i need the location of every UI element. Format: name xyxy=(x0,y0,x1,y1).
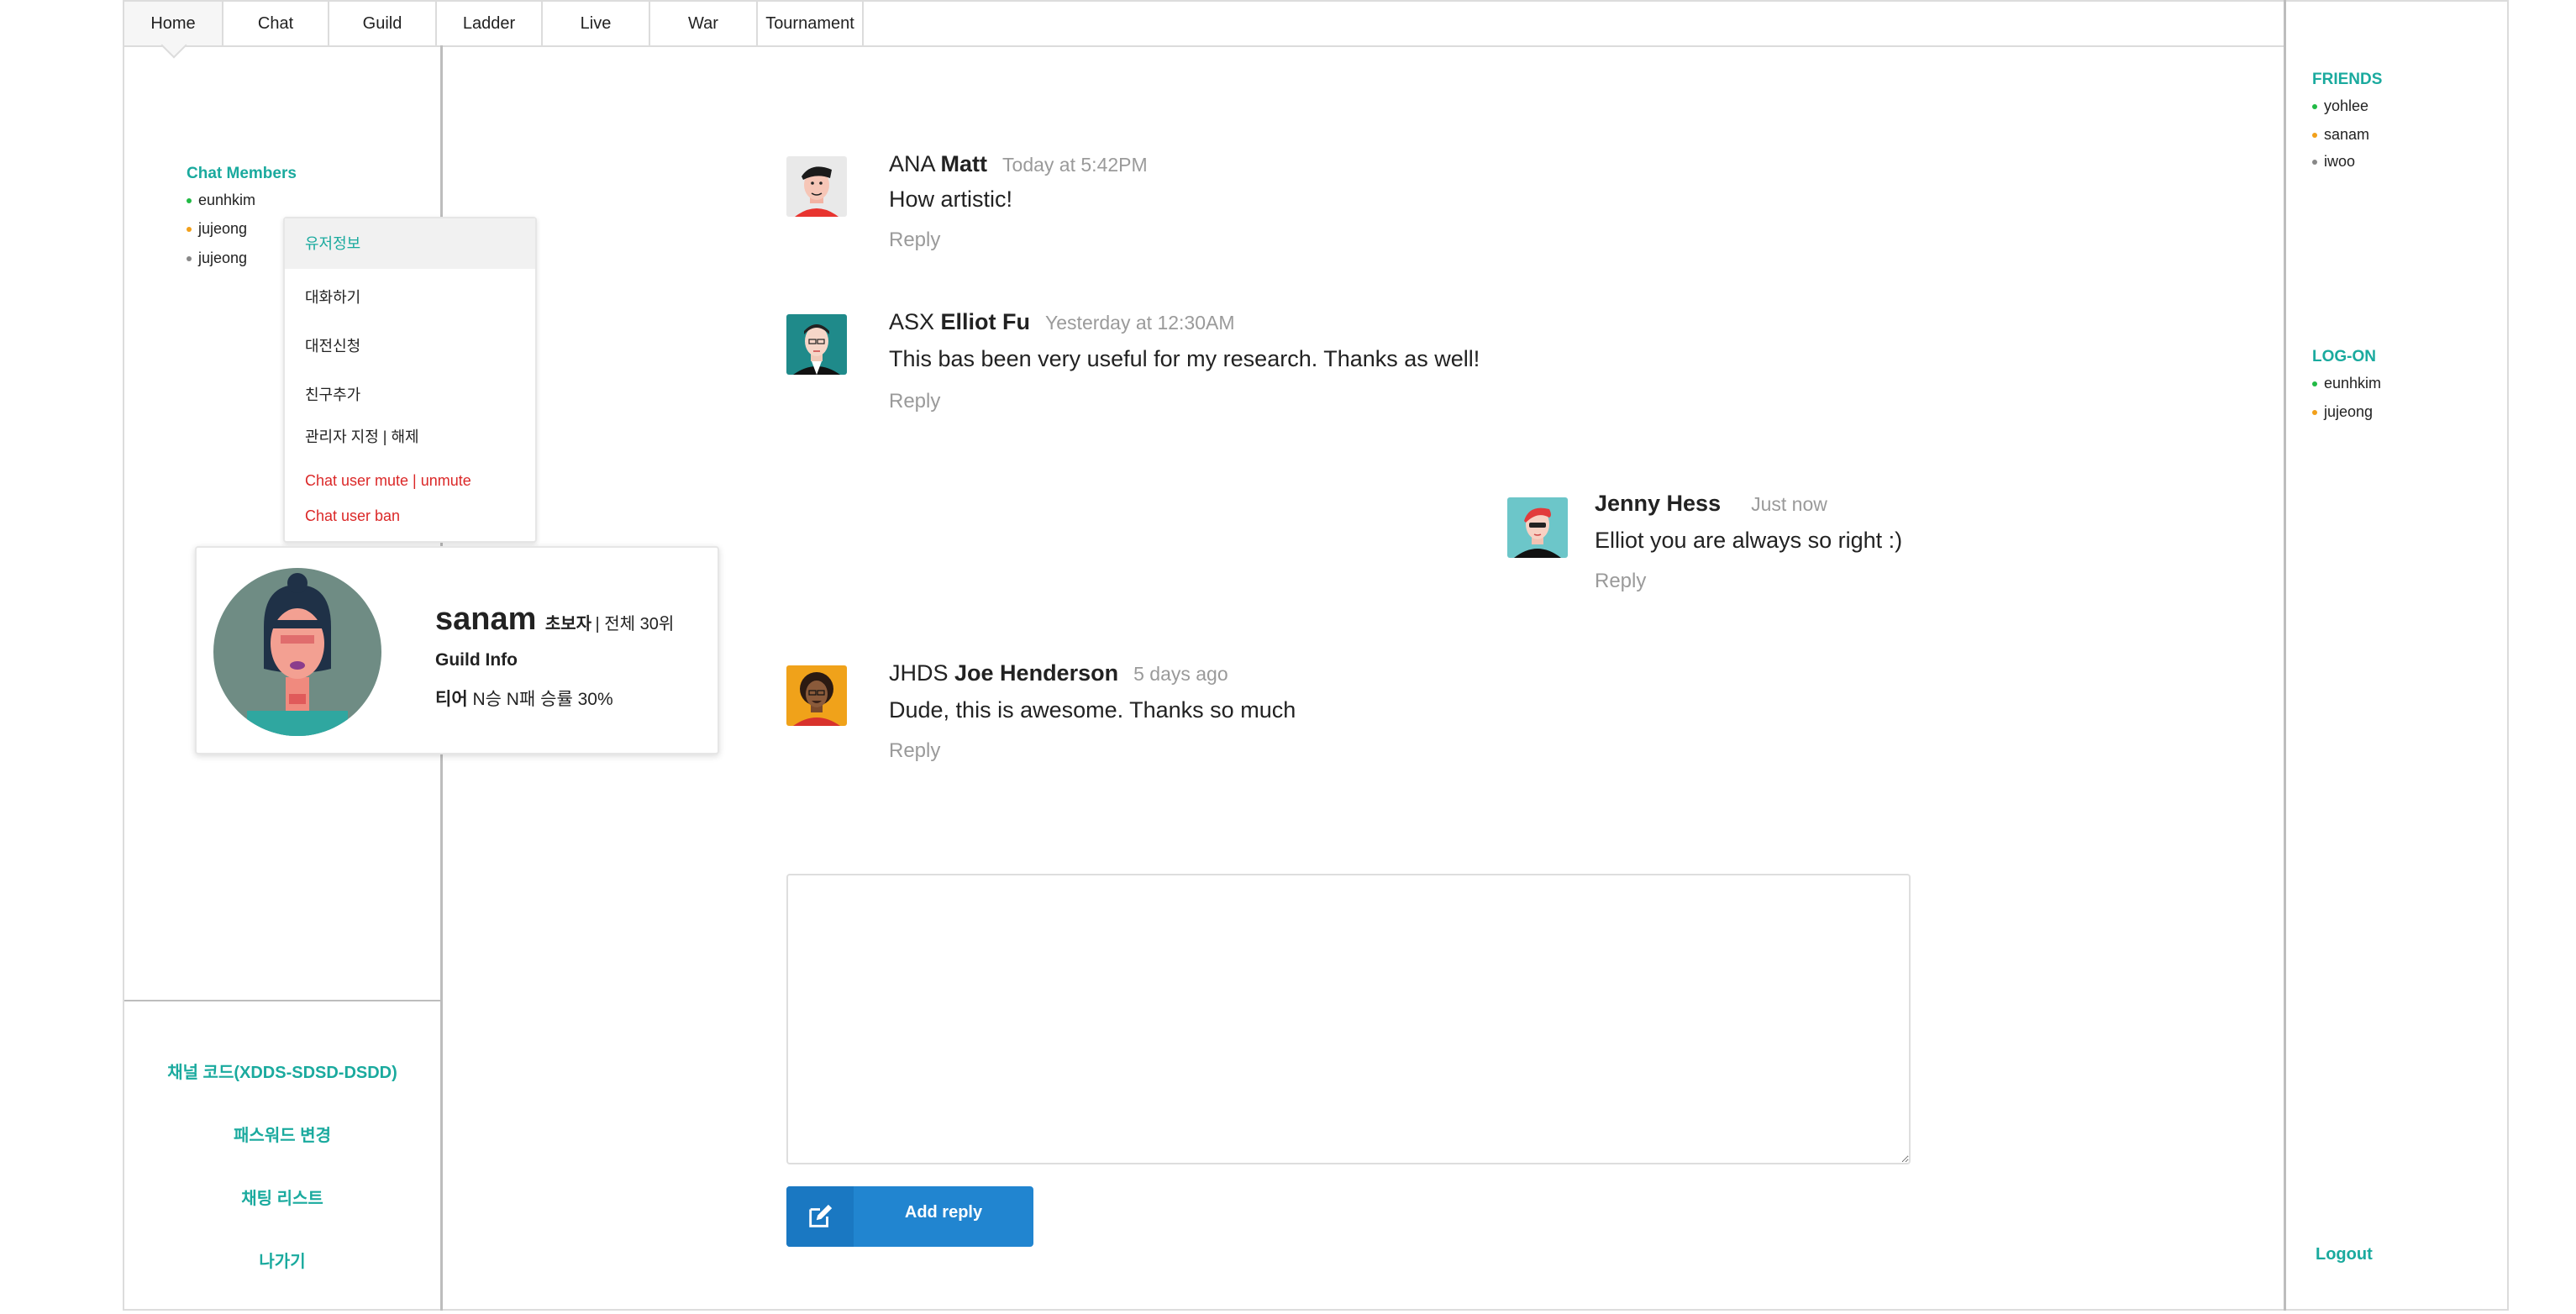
friends-title: FRIENDS xyxy=(2312,71,2383,88)
edit-icon xyxy=(786,1186,854,1247)
logon-name: eunhkim xyxy=(2324,375,2382,392)
top-nav: Home Chat Guild Ladder Live War Tourname… xyxy=(124,2,2285,47)
member-name: eunhkim xyxy=(198,192,256,208)
offline-status-dot xyxy=(2312,160,2317,166)
reply-link[interactable]: Reply xyxy=(1595,570,1646,593)
chat-list-link[interactable]: 채팅 리스트 xyxy=(124,1185,440,1209)
message-text: Dude, this is awesome. Thanks so much xyxy=(889,697,1296,723)
message-author[interactable]: Jenny Hess xyxy=(1595,491,1721,516)
message-text: How artistic! xyxy=(889,187,1013,212)
user-avatar[interactable] xyxy=(786,156,847,217)
user-avatar[interactable] xyxy=(786,665,847,726)
profile-rank-label: 초보자 xyxy=(544,615,592,633)
friend-item[interactable]: yohlee xyxy=(2312,97,2368,115)
menu-toggle-admin[interactable]: 관리자 지정 | 해제 xyxy=(285,422,535,452)
menu-add-friend[interactable]: 친구추가 xyxy=(285,380,535,410)
online-status-dot xyxy=(2312,104,2317,110)
offline-status-dot xyxy=(187,256,192,262)
member-name: jujeong xyxy=(198,220,248,237)
friend-item[interactable]: iwoo xyxy=(2312,153,2355,171)
tab-chat[interactable]: Chat xyxy=(223,2,329,45)
friend-name: sanam xyxy=(2324,126,2370,143)
menu-start-chat[interactable]: 대화하기 xyxy=(285,282,535,313)
tab-ladder[interactable]: Ladder xyxy=(437,2,543,45)
logon-item[interactable]: eunhkim xyxy=(2312,375,2381,392)
message-header: Jenny Hess Just now xyxy=(1595,491,1827,517)
message-author-tag: JHDS xyxy=(889,660,949,686)
reply-link[interactable]: Reply xyxy=(889,739,940,763)
message-author[interactable]: Matt xyxy=(941,151,988,176)
tab-live[interactable]: Live xyxy=(543,2,650,45)
menu-mute-user[interactable]: Chat user mute | unmute xyxy=(285,465,535,496)
message-timestamp: Today at 5:42PM xyxy=(1002,154,1148,176)
logout-link[interactable]: Logout xyxy=(2316,1245,2373,1264)
profile-headline: sanam 초보자 | 전체 30위 xyxy=(435,602,674,638)
message-author[interactable]: Elliot Fu xyxy=(941,309,1030,334)
message-author[interactable]: Joe Henderson xyxy=(954,660,1118,686)
friend-name: yohlee xyxy=(2324,97,2369,114)
online-status-dot xyxy=(2312,381,2317,387)
friend-name: iwoo xyxy=(2324,153,2356,170)
profile-win-loss: N승 N패 승률 30% xyxy=(472,690,613,709)
user-avatar[interactable] xyxy=(1507,497,1568,558)
message-header: ANA Matt Today at 5:42PM xyxy=(889,151,1148,177)
menu-ban-user[interactable]: Chat user ban xyxy=(285,501,535,531)
away-status-dot xyxy=(2312,133,2317,139)
user-profile-card: sanam 초보자 | 전체 30위 Guild Info 티어 N승 N패 승… xyxy=(195,546,719,754)
leave-link[interactable]: 나가기 xyxy=(124,1248,440,1272)
logon-item[interactable]: jujeong xyxy=(2312,403,2373,421)
change-password-link[interactable]: 패스워드 변경 xyxy=(124,1122,440,1146)
profile-username: sanam xyxy=(435,602,537,637)
message-text: Elliot you are always so right :) xyxy=(1595,528,1903,553)
away-status-dot xyxy=(187,227,192,233)
logon-title: LOG-ON xyxy=(2312,348,2376,365)
menu-user-info[interactable]: 유저정보 xyxy=(285,218,535,269)
away-status-dot xyxy=(2312,410,2317,416)
reply-textarea[interactable] xyxy=(786,874,1911,1164)
message-author-tag: ANA xyxy=(889,151,935,176)
member-name: jujeong xyxy=(198,250,248,266)
tab-war[interactable]: War xyxy=(650,2,758,45)
profile-tier-label: 티어 xyxy=(435,690,468,709)
chat-member-item[interactable]: jujeong xyxy=(187,250,247,267)
user-avatar[interactable] xyxy=(786,314,847,375)
message-author-tag: ASX xyxy=(889,309,935,334)
tab-guild[interactable]: Guild xyxy=(329,2,437,45)
profile-record: 티어 N승 N패 승률 30% xyxy=(435,686,613,711)
profile-guild-info[interactable]: Guild Info xyxy=(435,650,518,670)
left-panel-hdivider xyxy=(124,1000,440,1001)
add-reply-label: Add reply xyxy=(904,1203,983,1222)
message-header: ASX Elliot Fu Yesterday at 12:30AM xyxy=(889,309,1235,335)
logon-name: jujeong xyxy=(2324,403,2374,420)
message-timestamp: Just now xyxy=(1751,493,1827,515)
reply-link[interactable]: Reply xyxy=(889,229,940,252)
chat-members-title: Chat Members xyxy=(187,165,297,182)
message-header: JHDS Joe Henderson 5 days ago xyxy=(889,660,1228,686)
menu-request-match[interactable]: 대전신청 xyxy=(285,331,535,361)
tab-home[interactable]: Home xyxy=(124,2,223,45)
profile-rank-detail: | 전체 30위 xyxy=(595,615,675,633)
message-text: This bas been very useful for my researc… xyxy=(889,346,1480,371)
online-status-dot xyxy=(187,198,192,204)
right-panel-divider xyxy=(2284,0,2286,1311)
tab-tournament[interactable]: Tournament xyxy=(758,2,864,45)
channel-code-link[interactable]: 채널 코드(XDDS-SDSD-DSDD) xyxy=(124,1059,440,1083)
reply-link[interactable]: Reply xyxy=(889,390,940,413)
profile-avatar xyxy=(213,568,381,736)
message-timestamp: Yesterday at 12:30AM xyxy=(1045,312,1235,334)
chat-member-item[interactable]: eunhkim xyxy=(187,192,255,209)
chat-member-item[interactable]: jujeong xyxy=(187,220,247,238)
add-reply-button[interactable]: Add reply xyxy=(786,1186,1033,1247)
member-context-menu: 유저정보 대화하기 대전신청 친구추가 관리자 지정 | 해제 Chat use… xyxy=(283,217,537,543)
friend-item[interactable]: sanam xyxy=(2312,126,2369,144)
message-timestamp: 5 days ago xyxy=(1133,663,1228,685)
